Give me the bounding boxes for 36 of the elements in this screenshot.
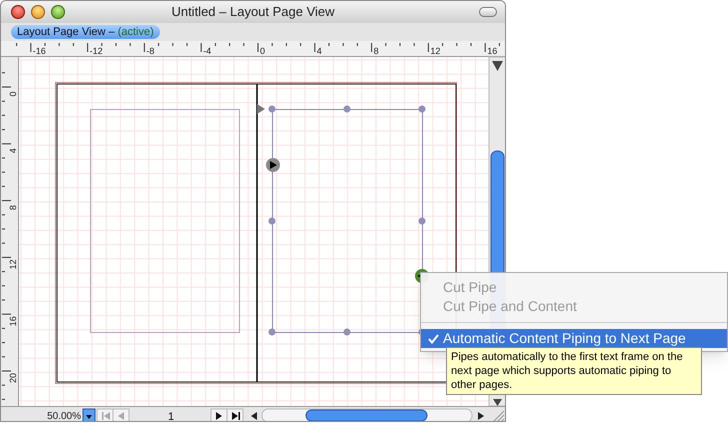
view-tab[interactable]: Layout Page View – (active) <box>11 25 160 39</box>
pipe-input-icon[interactable] <box>257 104 265 114</box>
page-number: 1 <box>168 411 174 421</box>
next-page-button[interactable] <box>210 408 228 421</box>
pipe-play-icon[interactable] <box>266 158 280 172</box>
last-page-button[interactable] <box>226 408 244 421</box>
ruler-label: 12 <box>430 46 440 56</box>
zoom-dropdown-button[interactable] <box>82 408 96 421</box>
horizontal-scrollbar[interactable] <box>262 408 472 421</box>
ruler-label: 16 <box>487 46 498 56</box>
tooltip: Pipes automatically to the first text frame on the next page which supports automatic piping to other pages. <box>446 347 702 395</box>
resize-grip[interactable] <box>492 410 504 421</box>
ruler-label: -8 <box>146 46 154 56</box>
zoom-level: 50.00% <box>47 411 81 421</box>
ruler-label: -4 <box>203 46 212 56</box>
scroll-left-icon[interactable] <box>251 412 257 420</box>
ruler-label: 0 <box>8 92 18 96</box>
ruler-label: -12 <box>90 46 103 56</box>
check-icon <box>428 334 439 344</box>
minimize-button[interactable] <box>31 5 45 19</box>
ruler-label: 12 <box>8 259 18 270</box>
ruler-label: 8 <box>374 46 379 56</box>
ruler-label: -16 <box>32 46 46 56</box>
ruler-label: 20 <box>8 373 18 383</box>
window-title: Untitled – Layout Page View <box>171 3 335 22</box>
ruler-label: 16 <box>8 316 18 326</box>
close-button[interactable] <box>11 5 25 19</box>
zoom-button[interactable] <box>51 5 65 19</box>
menu-item[interactable]: Automatic Content Piping to Next Page <box>421 329 727 348</box>
ruler-label: 8 <box>8 205 18 210</box>
ruler-label: 4 <box>316 46 322 56</box>
ruler-label: 0 <box>260 46 266 56</box>
toolbar-toggle-button[interactable] <box>479 7 497 17</box>
ruler-label: 4 <box>8 148 18 154</box>
scroll-right-icon[interactable] <box>478 412 484 420</box>
scroll-down-icon[interactable] <box>492 61 503 71</box>
